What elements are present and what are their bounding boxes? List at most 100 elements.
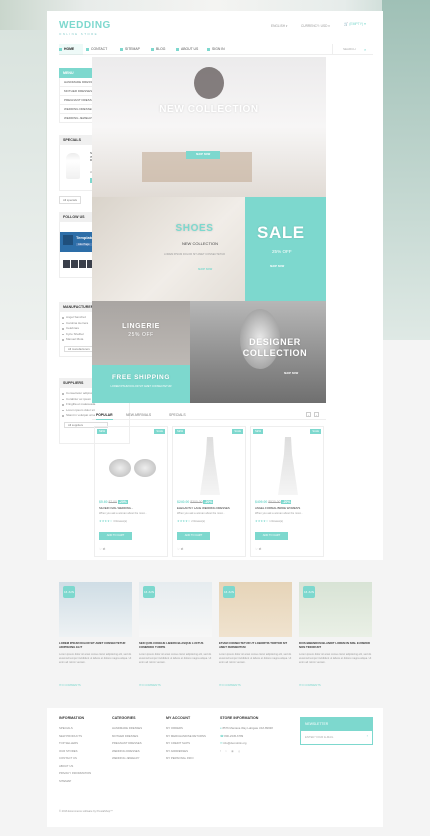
tab-popular[interactable]: POPULAR bbox=[96, 410, 113, 420]
nav-contact[interactable]: CONTACT bbox=[86, 44, 107, 55]
date-badge: 16 JUN bbox=[223, 586, 235, 598]
footer-categories: CATEGORIES HANDMADE DRESSES MOTHER DRESS… bbox=[112, 716, 142, 763]
footer-link[interactable]: SITEMAP bbox=[59, 778, 91, 786]
new-badge: NEW bbox=[97, 429, 108, 434]
all-specials-button[interactable]: All specials bbox=[59, 196, 81, 204]
blog-image: 16 JUN bbox=[139, 582, 212, 637]
site-header: WEDDING ONLINE STORE ENGLISH ▾ CURRENCY:… bbox=[47, 11, 383, 44]
blog-image: 16 JUN bbox=[59, 582, 132, 637]
compare-icon[interactable]: ⇄ bbox=[103, 547, 106, 551]
footer-link[interactable]: TOP SELLERS bbox=[59, 740, 91, 748]
nav-about[interactable]: ABOUT US bbox=[176, 44, 198, 55]
next-arrow-icon[interactable]: › bbox=[314, 412, 319, 417]
add-to-cart-button[interactable]: ADD TO CART bbox=[177, 532, 210, 540]
footer-information: INFORMATION SPECIALS NEW PRODUCTS TOP SE… bbox=[59, 716, 91, 785]
blog-image: 16 JUN bbox=[219, 582, 292, 637]
banner-free-shipping[interactable]: FREE SHIPPING LOREM IPSUM DOLOR SIT AMET… bbox=[92, 365, 190, 403]
footer-link[interactable]: WEDDING JEWELRY bbox=[112, 755, 142, 763]
tab-new-arrivals[interactable]: NEW ARRIVALS bbox=[126, 410, 151, 420]
cart-button[interactable]: 🛒 (EMPTY) ▾ bbox=[344, 22, 366, 26]
site-logo[interactable]: WEDDING ONLINE STORE bbox=[59, 20, 111, 36]
footer-link[interactable]: OUR STORES bbox=[59, 748, 91, 756]
banner-designer-collection[interactable]: DESIGNER COLLECTION SHOP NOW bbox=[190, 301, 326, 403]
shop-now-button[interactable]: SHOP NOW bbox=[186, 151, 220, 159]
googleplus-icon[interactable]: g bbox=[238, 749, 242, 753]
shop-now-button[interactable]: SHOP NOW bbox=[264, 264, 290, 270]
add-to-cart-button[interactable]: ADD TO CART bbox=[255, 532, 288, 540]
footer-link[interactable]: MOTHER DRESSES bbox=[112, 733, 142, 741]
comment-icon: ✉ bbox=[59, 683, 62, 687]
product-card[interactable]: NEW SALE $5.60 $7.00 -20% SILVER OVAL WE… bbox=[94, 426, 168, 557]
footer-account: MY ACCOUNT MY ORDERS MY MERCHANDISE RETU… bbox=[166, 716, 206, 763]
product-image bbox=[261, 435, 315, 497]
product-name[interactable]: ANGEL FORMAL BRIDE WOMEN'S bbox=[255, 506, 300, 510]
nav-sitemap[interactable]: SITEMAP bbox=[120, 44, 140, 55]
footer-link[interactable]: HANDMADE DRESSES bbox=[112, 725, 142, 733]
banner-new-collection[interactable]: NEW COLLECTION SHOP NOW bbox=[92, 57, 326, 197]
banner-shoes[interactable]: SHOES NEW COLLECTION LOREM IPSUM DOLOR S… bbox=[92, 197, 245, 301]
blog-post[interactable]: 16 JUN ETIAM CONSECTETUR UT LOBORTIS TOR… bbox=[219, 582, 292, 687]
facebook-icon[interactable]: f bbox=[220, 749, 223, 753]
new-badge: NEW bbox=[253, 429, 264, 434]
footer-link[interactable]: MY CREDIT SLIPS bbox=[166, 740, 206, 748]
add-to-cart-button[interactable]: ADD TO CART bbox=[99, 532, 132, 540]
compare-icon[interactable]: ⇄ bbox=[259, 547, 262, 551]
mail-icon: ✉ bbox=[220, 741, 223, 745]
product-image bbox=[105, 435, 159, 497]
search-icon[interactable]: ⌕ bbox=[364, 47, 366, 52]
cart-icon: 🛒 bbox=[344, 22, 349, 26]
footer-link[interactable]: NEW PRODUCTS bbox=[59, 733, 91, 741]
product-card[interactable]: NEW SALE $409.00 $520.00 -20% ANGEL FORM… bbox=[250, 426, 324, 557]
footer-link[interactable]: MY ORDERS bbox=[166, 725, 206, 733]
newsletter-email-input[interactable]: ENTER YOUR E-MAIL bbox=[301, 731, 372, 744]
blog-post[interactable]: 16 JUN DUIS BIBENDUM BLANDIT LOREM IN NI… bbox=[299, 582, 372, 687]
shop-now-button[interactable]: SHOP NOW bbox=[192, 267, 218, 273]
product-name[interactable]: SILVER OVAL WEDDING... bbox=[99, 506, 133, 510]
nav-signin[interactable]: SIGN IN bbox=[207, 44, 225, 55]
heart-icon[interactable]: ♡ bbox=[177, 547, 180, 551]
footer-link[interactable]: ABOUT US bbox=[59, 763, 91, 771]
footer-link[interactable]: MY PERSONAL INFO bbox=[166, 755, 206, 763]
currency-select[interactable]: CURRENCY: USD ▾ bbox=[301, 24, 330, 28]
tab-specials[interactable]: SPECIALS bbox=[169, 410, 186, 420]
footer-link[interactable]: CONTACT US bbox=[59, 755, 91, 763]
language-select[interactable]: ENGLISH ▾ bbox=[271, 24, 287, 28]
footer-link[interactable]: PREGNANT DRESSES bbox=[112, 740, 142, 748]
heart-icon[interactable]: ♡ bbox=[255, 547, 258, 551]
submit-arrow-icon[interactable]: › bbox=[367, 733, 368, 738]
date-badge: 16 JUN bbox=[143, 586, 155, 598]
heart-icon[interactable]: ♡ bbox=[99, 547, 102, 551]
product-card[interactable]: NEW SALE $240.00 $300.00 -20% ELEGANTLY … bbox=[172, 426, 246, 557]
rating-stars: ★★★★☆ 3 Review(s) bbox=[99, 519, 127, 523]
date-badge: 16 JUN bbox=[303, 586, 315, 598]
shop-now-button[interactable]: SHOP NOW bbox=[278, 371, 304, 377]
like-page-button[interactable]: Like Page bbox=[76, 243, 92, 246]
footer-link[interactable]: MY ADDRESSES bbox=[166, 748, 206, 756]
blog-post[interactable]: 16 JUN SED QUIS CONGUE LIBERO BLASQUE LU… bbox=[139, 582, 212, 687]
blog-post[interactable]: 16 JUN LOREM IPSUM DOLOR SIT AMET CONSEC… bbox=[59, 582, 132, 687]
product-name[interactable]: ELEGANTLY LACE WEDDING DRESSES bbox=[177, 506, 230, 510]
bride-figure-left bbox=[0, 30, 46, 340]
footer-link[interactable]: WEDDING DRESSES bbox=[112, 748, 142, 756]
newsletter-heading: NEWSLETTER bbox=[301, 718, 372, 731]
footer-link[interactable]: PRIVACY INFORMATION bbox=[59, 770, 91, 778]
blog-icon bbox=[151, 48, 154, 51]
rss-icon[interactable]: ◉ bbox=[231, 749, 235, 753]
nav-blog[interactable]: BLOG bbox=[151, 44, 165, 55]
search-input[interactable]: SEARCH bbox=[332, 44, 373, 55]
compare-icon[interactable]: ⇄ bbox=[181, 547, 184, 551]
nav-home[interactable]: HOME bbox=[59, 44, 83, 55]
product-image bbox=[183, 435, 237, 497]
rating-stars: ★★★★☆ 2 Review(s) bbox=[177, 519, 205, 523]
prev-arrow-icon[interactable]: ‹ bbox=[306, 412, 311, 417]
sale-badge: SALE bbox=[310, 429, 321, 434]
copyright: © 2016 Ecommerce software by PrestaShop™ bbox=[59, 810, 113, 813]
banner-sale[interactable]: SALE 25% OFF SHOP NOW bbox=[245, 197, 326, 301]
twitter-icon[interactable]: t bbox=[226, 749, 229, 753]
newsletter-box: NEWSLETTER ENTER YOUR E-MAIL › bbox=[300, 717, 373, 745]
dress-image bbox=[200, 437, 220, 495]
comment-icon: ✉ bbox=[219, 683, 222, 687]
footer-link[interactable]: SPECIALS bbox=[59, 725, 91, 733]
rating-stars: ★★★★☆ 1 Review(s) bbox=[255, 519, 283, 523]
footer-link[interactable]: MY MERCHANDISE RETURNS bbox=[166, 733, 206, 741]
